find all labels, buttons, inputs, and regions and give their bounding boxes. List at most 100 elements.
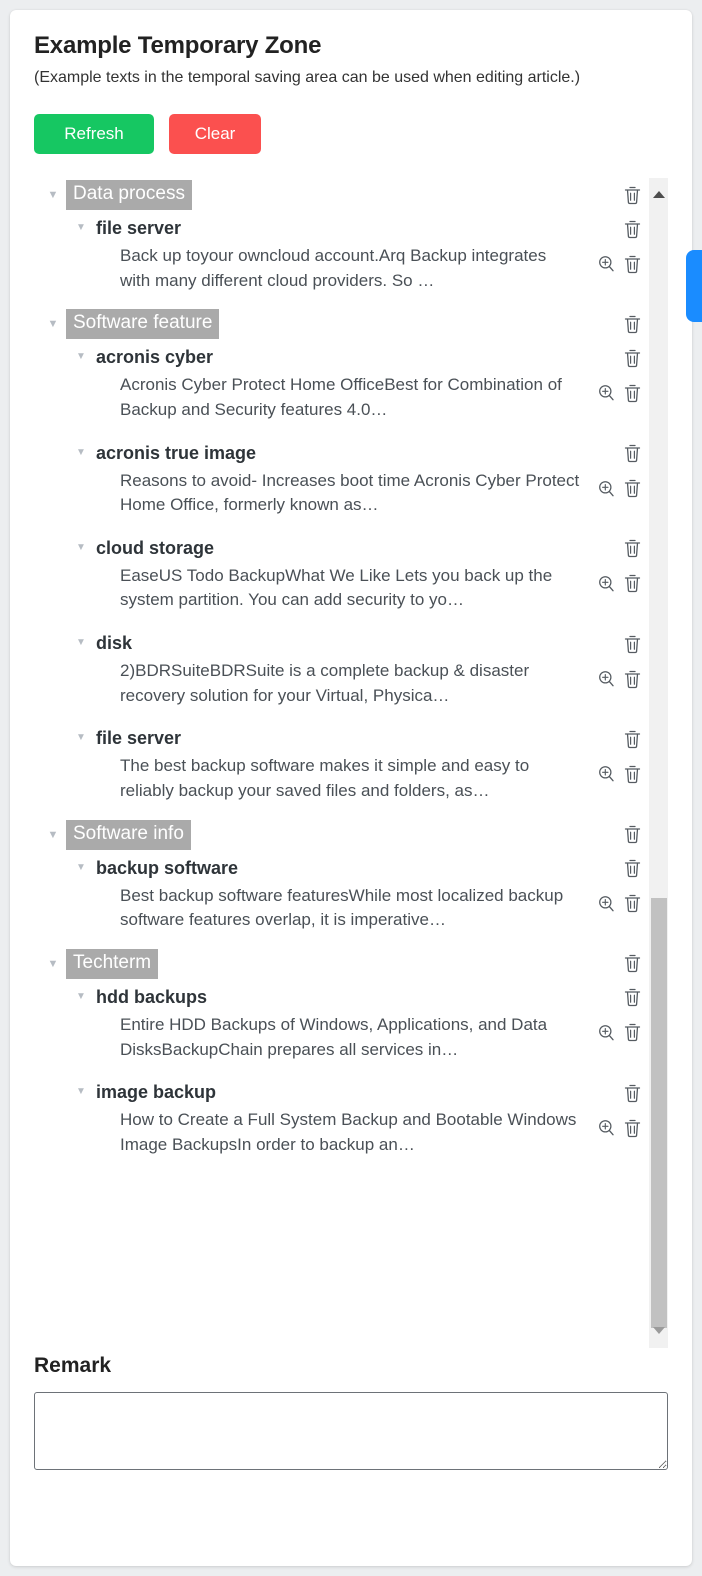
tree-keyword-label[interactable]: acronis true image [90, 439, 260, 467]
tree-keyword-row[interactable]: ▼ file server [34, 724, 651, 752]
tree-snippet-text[interactable]: Best backup software featuresWhile most … [120, 884, 581, 933]
tree-category-row[interactable]: ▼ Techterm [34, 948, 651, 979]
delete-icon[interactable] [621, 537, 643, 561]
tree-snippet-row[interactable]: Best backup software featuresWhile most … [34, 884, 651, 933]
scroll-down-button[interactable] [649, 1320, 669, 1340]
temporary-zone-tree[interactable]: ▼ Data process ▼ file server Back up toyour … [34, 178, 651, 1348]
delete-icon[interactable] [621, 442, 643, 466]
tree-snippet-text[interactable]: How to Create a Full System Backup and B… [120, 1108, 581, 1157]
side-panel-toggle-icon[interactable] [686, 250, 702, 322]
tree-keyword-label[interactable]: cloud storage [90, 534, 218, 562]
delete-icon[interactable] [621, 727, 643, 751]
delete-icon[interactable] [621, 381, 643, 405]
row-actions [621, 312, 643, 336]
caret-down-icon[interactable]: ▼ [72, 629, 90, 648]
delete-icon[interactable] [621, 1081, 643, 1105]
magnifier-plus-icon[interactable] [595, 762, 617, 786]
delete-icon[interactable] [621, 857, 643, 881]
tree-category-row[interactable]: ▼ Software info [34, 819, 651, 850]
tree-keyword-row[interactable]: ▼ cloud storage [34, 534, 651, 562]
magnifier-plus-icon[interactable] [595, 252, 617, 276]
magnifier-plus-icon[interactable] [595, 667, 617, 691]
refresh-button[interactable]: Refresh [34, 114, 154, 154]
tree-scrollbar[interactable] [648, 178, 668, 1348]
caret-down-icon[interactable]: ▼ [72, 439, 90, 458]
tree-snippet-row[interactable]: Entire HDD Backups of Windows, Applicati… [34, 1013, 651, 1062]
delete-icon[interactable] [621, 823, 643, 847]
scroll-up-button[interactable] [649, 184, 669, 204]
tree-keyword-row[interactable]: ▼ backup software [34, 854, 651, 882]
tree-snippet-text[interactable]: EaseUS Todo BackupWhat We Like Lets you … [120, 564, 581, 613]
tree-category-label[interactable]: Software feature [66, 309, 220, 340]
tree-keyword-label[interactable]: acronis cyber [90, 343, 217, 371]
tree-snippet-row[interactable]: Acronis Cyber Protect Home OfficeBest fo… [34, 373, 651, 422]
caret-down-icon[interactable]: ▼ [72, 1078, 90, 1097]
tree-keyword-row[interactable]: ▼ image backup [34, 1078, 651, 1106]
tree-snippet-row[interactable]: EaseUS Todo BackupWhat We Like Lets you … [34, 564, 651, 613]
caret-down-icon[interactable]: ▼ [44, 180, 62, 201]
tree-keyword-label[interactable]: disk [90, 629, 136, 657]
tree-snippet-text[interactable]: Entire HDD Backups of Windows, Applicati… [120, 1013, 581, 1062]
tree-keyword-row[interactable]: ▼ disk [34, 629, 651, 657]
caret-down-icon[interactable]: ▼ [72, 534, 90, 553]
remark-input[interactable] [34, 1392, 668, 1470]
magnifier-plus-icon[interactable] [595, 1116, 617, 1140]
tree-snippet-text[interactable]: Reasons to avoid- Increases boot time Ac… [120, 469, 581, 518]
tree-keyword-label[interactable]: file server [90, 214, 185, 242]
row-actions [595, 892, 643, 916]
delete-icon[interactable] [621, 572, 643, 596]
delete-icon[interactable] [621, 346, 643, 370]
tree-keyword-row[interactable]: ▼ hdd backups [34, 983, 651, 1011]
tree-category-label[interactable]: Techterm [66, 948, 159, 979]
tree-keyword-label[interactable]: image backup [90, 1078, 220, 1106]
tree-snippet-text[interactable]: Back up toyour owncloud account.Arq Back… [120, 244, 581, 293]
delete-icon[interactable] [621, 667, 643, 691]
row-actions [595, 477, 643, 501]
tree-category-label[interactable]: Data process [66, 180, 192, 210]
delete-icon[interactable] [621, 632, 643, 656]
tree-category-label[interactable]: Software info [66, 819, 191, 850]
tree-keyword-row[interactable]: ▼ acronis cyber [34, 343, 651, 371]
tree-keyword-label[interactable]: file server [90, 724, 185, 752]
caret-down-icon[interactable]: ▼ [72, 214, 90, 233]
caret-down-icon[interactable]: ▼ [44, 820, 62, 841]
delete-icon[interactable] [621, 1021, 643, 1045]
tree-snippet-text[interactable]: Acronis Cyber Protect Home OfficeBest fo… [120, 373, 581, 422]
delete-icon[interactable] [621, 986, 643, 1010]
magnifier-plus-icon[interactable] [595, 381, 617, 405]
scrollbar-thumb[interactable] [651, 898, 667, 1328]
delete-icon[interactable] [621, 252, 643, 276]
delete-icon[interactable] [621, 183, 643, 207]
magnifier-plus-icon[interactable] [595, 572, 617, 596]
caret-down-icon[interactable]: ▼ [72, 854, 90, 873]
tree-snippet-row[interactable]: Back up toyour owncloud account.Arq Back… [34, 244, 651, 293]
caret-down-icon[interactable]: ▼ [44, 309, 62, 330]
tree-keyword-label[interactable]: hdd backups [90, 983, 211, 1011]
tree-snippet-row[interactable]: How to Create a Full System Backup and B… [34, 1108, 651, 1157]
tree-category-row[interactable]: ▼ Data process [34, 180, 651, 210]
tree-keyword-row[interactable]: ▼ acronis true image [34, 439, 651, 467]
caret-down-icon[interactable]: ▼ [44, 949, 62, 970]
delete-icon[interactable] [621, 762, 643, 786]
tree-snippet-text[interactable]: 2)BDRSuiteBDRSuite is a complete backup … [120, 659, 581, 708]
tree-keyword-row[interactable]: ▼ file server [34, 214, 651, 242]
delete-icon[interactable] [621, 1116, 643, 1140]
delete-icon[interactable] [621, 952, 643, 976]
delete-icon[interactable] [621, 892, 643, 916]
magnifier-plus-icon[interactable] [595, 477, 617, 501]
delete-icon[interactable] [621, 217, 643, 241]
magnifier-plus-icon[interactable] [595, 892, 617, 916]
tree-snippet-text[interactable]: The best backup software makes it simple… [120, 754, 581, 803]
delete-icon[interactable] [621, 312, 643, 336]
tree-snippet-row[interactable]: Reasons to avoid- Increases boot time Ac… [34, 469, 651, 518]
delete-icon[interactable] [621, 477, 643, 501]
caret-down-icon[interactable]: ▼ [72, 724, 90, 743]
tree-category-row[interactable]: ▼ Software feature [34, 309, 651, 340]
clear-button[interactable]: Clear [169, 114, 261, 154]
caret-down-icon[interactable]: ▼ [72, 983, 90, 1002]
tree-snippet-row[interactable]: The best backup software makes it simple… [34, 754, 651, 803]
tree-snippet-row[interactable]: 2)BDRSuiteBDRSuite is a complete backup … [34, 659, 651, 708]
caret-down-icon[interactable]: ▼ [72, 343, 90, 362]
tree-keyword-label[interactable]: backup software [90, 854, 242, 882]
magnifier-plus-icon[interactable] [595, 1021, 617, 1045]
